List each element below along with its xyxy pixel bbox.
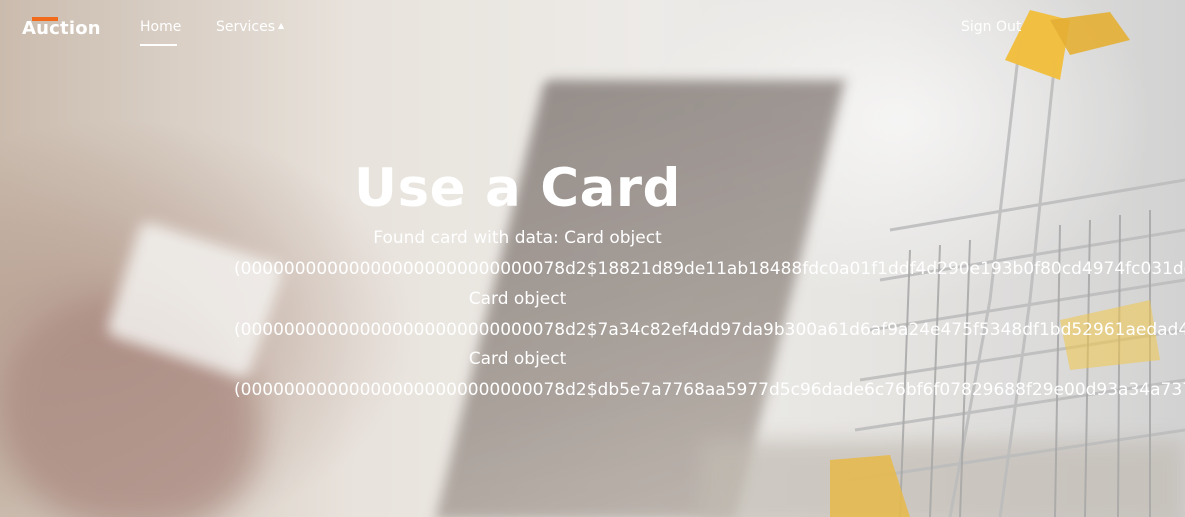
page-title: Use a Card <box>354 158 681 219</box>
nav-home-active-indicator <box>140 44 177 46</box>
nav-services-link[interactable]: Services <box>216 19 275 35</box>
card-object-label: Card object <box>468 349 567 369</box>
card-data-line: (000000000000000000000000000078d2$7a34c8… <box>234 320 1185 340</box>
card-data-line: (000000000000000000000000000078d2$18821d… <box>234 259 1185 279</box>
found-card-text: Found card with data: Card object <box>373 228 662 248</box>
nav-home-link[interactable]: Home <box>140 19 181 35</box>
top-navbar: Auction Home Services ▲ Sign Out <box>0 0 1185 60</box>
card-object-label: Card object <box>468 289 567 309</box>
sign-out-link[interactable]: Sign Out <box>961 19 1021 35</box>
caret-up-icon[interactable]: ▲ <box>278 21 284 30</box>
card-data-line: (000000000000000000000000000078d2$db5e7a… <box>234 380 1185 400</box>
brand-logo[interactable]: Auction <box>22 18 101 39</box>
